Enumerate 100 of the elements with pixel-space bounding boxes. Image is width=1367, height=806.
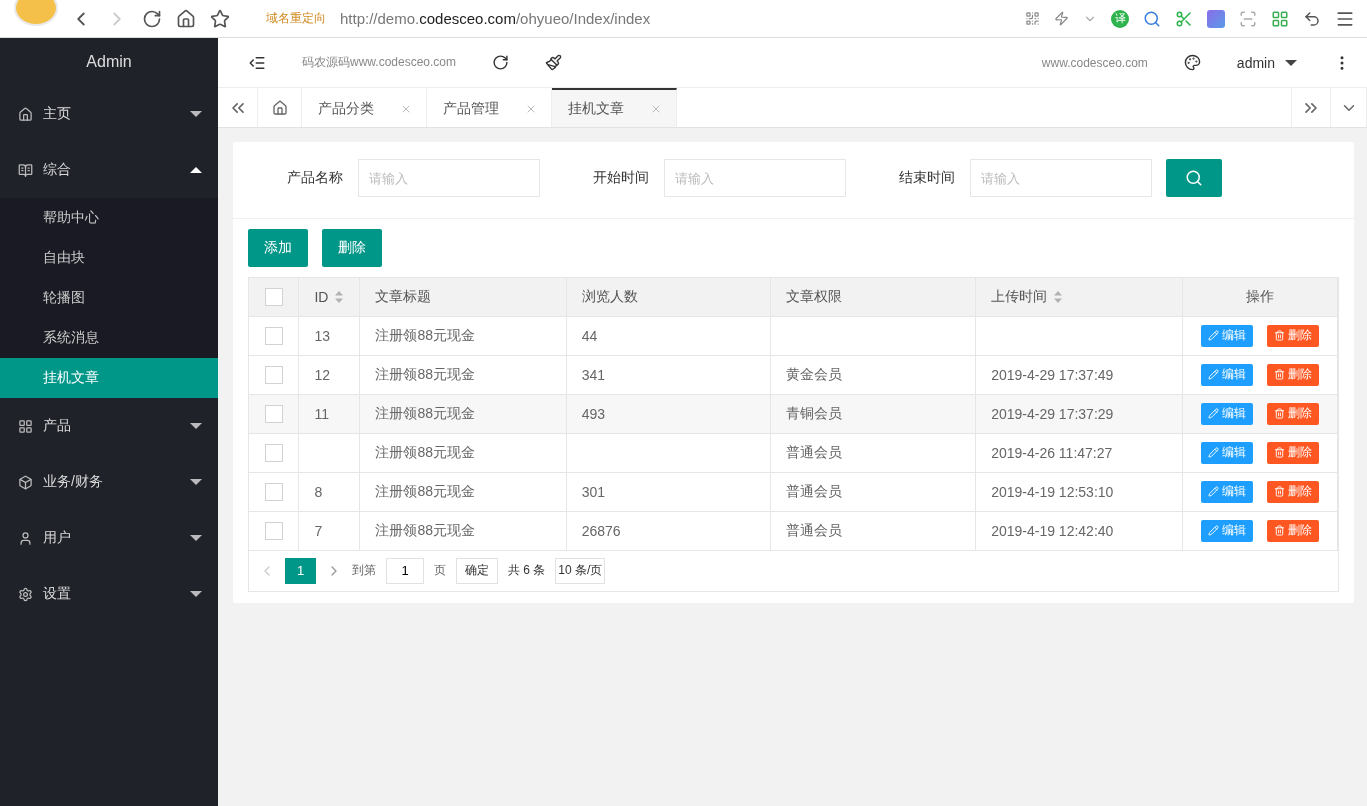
sort-icon[interactable] bbox=[334, 290, 345, 305]
site-link[interactable]: 码农源码www.codesceo.com bbox=[302, 54, 457, 71]
checkbox[interactable] bbox=[264, 404, 283, 423]
caret-icon bbox=[190, 423, 202, 429]
table-cell: 341 bbox=[566, 355, 771, 394]
submenu-item[interactable]: 挂机文章 bbox=[0, 358, 218, 398]
submenu-item[interactable]: 轮播图 bbox=[0, 278, 218, 318]
table-cell: 26876 bbox=[566, 511, 771, 550]
palette-icon[interactable] bbox=[1183, 54, 1201, 71]
checkbox[interactable] bbox=[264, 443, 283, 462]
undo-icon[interactable] bbox=[1303, 9, 1321, 28]
menu-group-label: 产品 bbox=[43, 417, 71, 435]
submenu-item[interactable]: 帮助中心 bbox=[0, 198, 218, 238]
menu-group-label: 设置 bbox=[43, 585, 71, 603]
confirm-button[interactable]: 确定 bbox=[456, 557, 498, 584]
trash-icon bbox=[1274, 408, 1286, 419]
table-cell: 13 bbox=[298, 316, 360, 355]
trash-icon bbox=[1274, 330, 1286, 341]
page-input[interactable]: 1 bbox=[386, 557, 424, 584]
menu-group[interactable]: 业务/财务 bbox=[0, 454, 218, 510]
apps-grid-icon[interactable] bbox=[1271, 9, 1289, 28]
checkbox[interactable] bbox=[264, 326, 283, 345]
checkbox[interactable] bbox=[264, 521, 283, 540]
brush-icon[interactable] bbox=[545, 54, 563, 71]
table-cell: 2019-4-26 11:47:27 bbox=[975, 433, 1183, 472]
qr-code-icon[interactable] bbox=[1025, 11, 1040, 26]
field-label: 产品名称 bbox=[287, 169, 343, 187]
column-header: 操作 bbox=[1182, 278, 1338, 316]
table-cell: 注册领88元现金 bbox=[359, 472, 567, 511]
trash-icon bbox=[1274, 447, 1286, 458]
table-cell: 301 bbox=[566, 472, 771, 511]
column-header: 浏览人数 bbox=[566, 278, 771, 316]
menu-group-label: 综合 bbox=[43, 161, 71, 179]
table-cell: 2019-4-19 12:42:40 bbox=[975, 511, 1183, 550]
tab[interactable]: 挂机文章 bbox=[552, 88, 677, 127]
table-cell: 青铜会员 bbox=[770, 394, 976, 433]
checkbox[interactable] bbox=[264, 287, 283, 306]
scroll-right-icon[interactable] bbox=[1291, 88, 1331, 127]
site-link[interactable]: www.codesceo.com bbox=[1041, 55, 1148, 70]
table-cell: 普通会员 bbox=[770, 433, 976, 472]
page-size-select[interactable]: 10 条/页 bbox=[555, 557, 606, 584]
scan-icon[interactable] bbox=[1239, 9, 1257, 28]
redirect-label: 域名重定向 bbox=[266, 10, 326, 27]
pencil-icon bbox=[1208, 447, 1220, 458]
checkbox[interactable] bbox=[264, 365, 283, 384]
lightning-icon[interactable] bbox=[1054, 11, 1069, 26]
star-icon[interactable] bbox=[210, 8, 230, 29]
column-header: 文章权限 bbox=[770, 278, 976, 316]
table-cell: 黄金会员 bbox=[770, 355, 976, 394]
caret-icon bbox=[190, 591, 202, 597]
table-cell: 11 bbox=[298, 394, 360, 433]
menu-group[interactable]: 主页 bbox=[0, 86, 218, 142]
table-cell: 普通会员 bbox=[770, 472, 976, 511]
table-cell: 12 bbox=[298, 355, 360, 394]
home-icon[interactable] bbox=[176, 8, 196, 29]
search-button[interactable] bbox=[1166, 159, 1222, 197]
menu-group-label: 业务/财务 bbox=[43, 473, 103, 491]
app-tile-icon[interactable] bbox=[1207, 9, 1225, 28]
refresh-icon[interactable] bbox=[492, 54, 510, 71]
caret-icon bbox=[190, 535, 202, 541]
trash-icon bbox=[1274, 486, 1286, 497]
search-icon[interactable] bbox=[1143, 9, 1161, 28]
user-menu[interactable]: admin bbox=[1236, 54, 1297, 71]
pencil-icon bbox=[1208, 525, 1220, 536]
menu-group[interactable]: 综合 bbox=[0, 142, 218, 198]
pencil-icon bbox=[1208, 486, 1220, 497]
input-field[interactable]: 请输入 bbox=[970, 159, 1152, 197]
page-label: 页 bbox=[434, 562, 446, 579]
table-cell: 8 bbox=[298, 472, 360, 511]
menu-group[interactable]: 用户 bbox=[0, 510, 218, 566]
input-field[interactable]: 请输入 bbox=[664, 159, 846, 197]
settings-icon bbox=[18, 586, 33, 602]
column-header[interactable]: ID bbox=[298, 278, 360, 316]
page-number[interactable]: 1 bbox=[285, 557, 316, 584]
table-cell: 注册领88元现金 bbox=[359, 511, 567, 550]
pencil-icon bbox=[1208, 330, 1220, 341]
menu-group-label: 主页 bbox=[43, 105, 71, 123]
submenu-item[interactable]: 系统消息 bbox=[0, 318, 218, 358]
table-cell: 2019-4-29 17:37:49 bbox=[975, 355, 1183, 394]
table-cell: 注册领88元现金 bbox=[359, 316, 567, 355]
checkbox[interactable] bbox=[264, 482, 283, 501]
delete-button[interactable]: 删除 bbox=[322, 229, 382, 267]
address-field[interactable]: http://demo.codesceo.com/ohyueo/Index/index bbox=[340, 10, 651, 27]
total-count: 共 6 条 bbox=[508, 562, 546, 579]
scissors-icon[interactable] bbox=[1175, 9, 1193, 28]
menu-group[interactable]: 设置 bbox=[0, 566, 218, 622]
reload-icon[interactable] bbox=[142, 8, 162, 29]
caret-icon bbox=[190, 479, 202, 485]
add-button[interactable]: 添加 bbox=[248, 229, 308, 267]
column-header[interactable]: 上传时间 bbox=[975, 278, 1183, 316]
table-cell: 注册领88元现金 bbox=[359, 394, 567, 433]
menu-group[interactable]: 产品 bbox=[0, 398, 218, 454]
submenu-item[interactable]: 自由块 bbox=[0, 238, 218, 278]
input-field[interactable]: 请输入 bbox=[358, 159, 540, 197]
menu-group-label: 用户 bbox=[43, 529, 71, 547]
table-cell: 注册领88元现金 bbox=[359, 355, 567, 394]
book-icon bbox=[18, 162, 33, 178]
goto-label: 到第 bbox=[352, 562, 376, 579]
sort-icon[interactable] bbox=[1053, 289, 1064, 304]
trash-icon bbox=[1274, 369, 1286, 380]
